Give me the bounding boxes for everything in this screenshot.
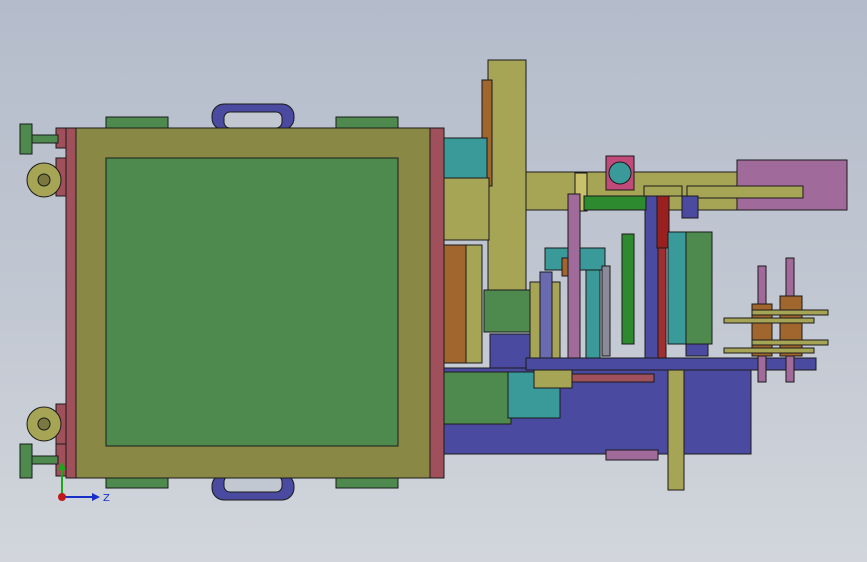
olive-crossbar-3 — [723, 347, 815, 354]
dropped-rod — [667, 369, 685, 491]
top-axle — [29, 134, 59, 144]
olive-block-bottom — [533, 369, 573, 389]
cylinder-clamp — [685, 343, 709, 357]
top-wheel — [19, 123, 33, 155]
brown-slab — [442, 244, 470, 364]
brown-bar-bottom — [571, 373, 655, 383]
bottom-axle — [29, 455, 59, 465]
mauve-plate — [567, 193, 581, 361]
shaft-end-rod — [686, 185, 804, 199]
red-upright — [656, 195, 670, 249]
triad-origin — [58, 493, 66, 501]
purple-rail — [525, 357, 817, 371]
upper-teal-block — [442, 137, 488, 181]
purple-riser — [539, 271, 553, 363]
machine-assembly-drawing[interactable]: Z — [0, 0, 867, 562]
olive-crossbar-1 — [723, 317, 815, 324]
green-block-mid — [483, 289, 531, 333]
vertical-column — [487, 59, 527, 329]
teal-cylinder — [667, 231, 687, 345]
bottom-wheel — [19, 443, 33, 479]
green-rail — [583, 195, 647, 211]
lower-red-upright — [657, 247, 667, 359]
bottom-caster-hub — [37, 417, 51, 431]
top-right-foot — [335, 116, 399, 130]
frame-arm — [681, 195, 699, 219]
cad-viewport[interactable]: Z — [0, 0, 867, 562]
top-left-foot — [105, 116, 169, 130]
green-post — [621, 233, 635, 345]
upright-cap — [643, 185, 683, 197]
brown-nut-2 — [779, 295, 803, 357]
olive-crossbar-4 — [751, 339, 829, 346]
grey-post — [601, 265, 611, 357]
upper-olive-block — [442, 177, 490, 241]
olive-slab — [465, 244, 483, 364]
olive-crossbar-2 — [751, 309, 829, 316]
shaft-end-housing — [736, 159, 848, 211]
green-cylinder — [685, 231, 713, 345]
triad-z-label: Z — [103, 493, 110, 504]
main-box-panel — [105, 157, 399, 447]
top-caster-hub — [37, 173, 51, 187]
teal-post — [585, 269, 601, 359]
bearing-ring — [608, 161, 632, 185]
base-foot-pad — [605, 449, 659, 461]
green-lower-block — [442, 371, 512, 425]
top-handle-slot — [223, 111, 283, 129]
triad-z-arrow — [92, 493, 100, 501]
